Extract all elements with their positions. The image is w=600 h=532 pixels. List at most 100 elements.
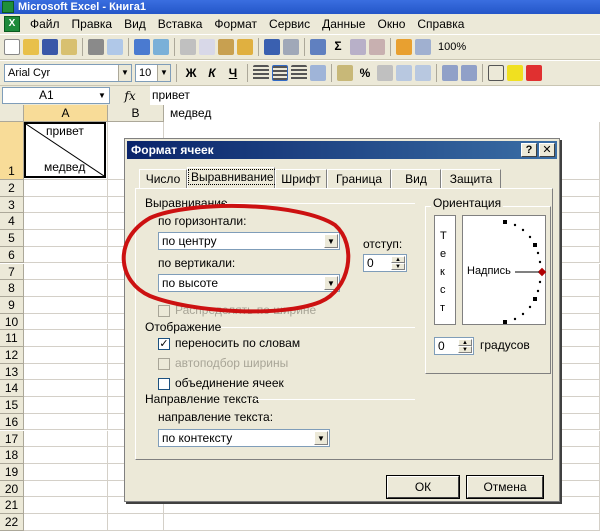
spelling-icon[interactable] bbox=[134, 39, 150, 55]
grid-cell[interactable] bbox=[24, 347, 108, 364]
hyperlink-icon[interactable] bbox=[310, 39, 326, 55]
vertical-align-select[interactable]: по высоте ▼ bbox=[158, 274, 340, 292]
grid-cell[interactable] bbox=[24, 413, 108, 431]
decrease-indent-icon[interactable] bbox=[442, 65, 458, 81]
row-header[interactable]: 9 bbox=[0, 296, 24, 314]
align-left-icon[interactable] bbox=[253, 65, 269, 81]
grid-cell[interactable] bbox=[24, 463, 108, 481]
open-icon[interactable] bbox=[23, 39, 39, 55]
grid-cell[interactable] bbox=[108, 514, 164, 531]
grid-cell[interactable] bbox=[24, 313, 108, 331]
row-header[interactable]: 16 bbox=[0, 413, 24, 431]
autosum-icon[interactable]: Σ bbox=[329, 39, 347, 55]
spinner-down-icon[interactable]: ▼ bbox=[391, 263, 405, 270]
grid-cell[interactable] bbox=[24, 380, 108, 398]
row-header[interactable]: 19 bbox=[0, 463, 24, 481]
row-header[interactable]: 2 bbox=[0, 180, 24, 197]
decrease-decimal-icon[interactable] bbox=[415, 65, 431, 81]
align-center-icon[interactable] bbox=[272, 65, 288, 81]
borders-icon[interactable] bbox=[488, 65, 504, 81]
insert-function-icon[interactable]: fx bbox=[110, 89, 150, 103]
grid-cell[interactable] bbox=[24, 296, 108, 314]
row-header[interactable]: 21 bbox=[0, 497, 24, 514]
copy-icon[interactable] bbox=[199, 39, 215, 55]
grid-cell[interactable] bbox=[24, 430, 108, 448]
formula-input[interactable]: привет bbox=[150, 86, 600, 105]
grid-cell[interactable] bbox=[24, 363, 108, 381]
grid-cell[interactable] bbox=[24, 230, 108, 247]
menu-data[interactable]: Данные bbox=[316, 14, 371, 34]
drawing-icon[interactable] bbox=[415, 39, 431, 55]
cut-icon[interactable] bbox=[180, 39, 196, 55]
font-color-icon[interactable] bbox=[526, 65, 542, 81]
ok-button[interactable]: ОК bbox=[386, 475, 460, 499]
tab-patterns[interactable]: Вид bbox=[391, 169, 441, 189]
row-header[interactable]: 7 bbox=[0, 263, 24, 281]
grid-cell[interactable] bbox=[24, 280, 108, 297]
new-icon[interactable] bbox=[4, 39, 20, 55]
degrees-spinner[interactable]: 0 ▲ ▼ bbox=[434, 337, 474, 355]
spinner-down-icon[interactable]: ▼ bbox=[458, 346, 472, 353]
help-button[interactable]: ? bbox=[521, 143, 537, 157]
comma-style-icon[interactable] bbox=[377, 65, 393, 81]
font-name-combo[interactable]: Arial Cyr ▼ bbox=[4, 64, 132, 82]
grid-cell[interactable] bbox=[24, 480, 108, 498]
orientation-dial[interactable]: Надпись bbox=[462, 215, 547, 325]
close-button[interactable]: ✕ bbox=[539, 143, 555, 157]
menu-window[interactable]: Окно bbox=[371, 14, 411, 34]
row-header[interactable]: 8 bbox=[0, 280, 24, 297]
shrink-to-fit-checkbox[interactable] bbox=[158, 358, 170, 370]
row-header[interactable]: 4 bbox=[0, 213, 24, 231]
sort-ascending-icon[interactable] bbox=[350, 39, 366, 55]
menu-format[interactable]: Формат bbox=[208, 14, 263, 34]
print-preview-icon[interactable] bbox=[107, 39, 123, 55]
tab-number[interactable]: Число bbox=[139, 169, 187, 189]
grid-cell[interactable] bbox=[24, 180, 108, 197]
save-icon[interactable] bbox=[42, 39, 58, 55]
grid-cell[interactable] bbox=[24, 497, 108, 514]
row-header[interactable]: 20 bbox=[0, 480, 24, 498]
percent-button[interactable]: % bbox=[356, 66, 374, 80]
menu-tools[interactable]: Сервис bbox=[263, 14, 316, 34]
grid-cell[interactable] bbox=[164, 514, 600, 531]
name-box[interactable]: A1 ▼ bbox=[2, 87, 110, 104]
grid-cell[interactable] bbox=[24, 196, 108, 214]
currency-icon[interactable] bbox=[337, 65, 353, 81]
horizontal-align-select[interactable]: по центру ▼ bbox=[158, 232, 340, 250]
grid-cell[interactable] bbox=[24, 397, 108, 414]
menu-edit[interactable]: Правка bbox=[66, 14, 119, 34]
row-header[interactable]: 15 bbox=[0, 397, 24, 414]
align-right-icon[interactable] bbox=[291, 65, 307, 81]
excel-doc-icon[interactable]: X bbox=[4, 16, 20, 32]
tab-protection[interactable]: Защита bbox=[441, 169, 501, 189]
tab-font[interactable]: Шрифт bbox=[275, 169, 327, 189]
indent-spinner[interactable]: 0 ▲ ▼ bbox=[363, 254, 407, 272]
fill-color-icon[interactable] bbox=[507, 65, 523, 81]
grid-cell[interactable] bbox=[24, 514, 108, 531]
underline-button[interactable]: Ч bbox=[224, 66, 242, 80]
spinner-up-icon[interactable]: ▲ bbox=[458, 339, 472, 346]
row-header[interactable]: 14 bbox=[0, 380, 24, 398]
formula-input-line2[interactable]: медвед bbox=[164, 105, 600, 122]
distribute-checkbox[interactable] bbox=[158, 305, 170, 317]
row-header[interactable]: 1 bbox=[0, 122, 24, 180]
text-direction-select[interactable]: по контексту ▼ bbox=[158, 429, 330, 447]
italic-button[interactable]: К bbox=[203, 66, 221, 80]
row-header[interactable]: 18 bbox=[0, 447, 24, 464]
cell-a1[interactable]: привет медвед bbox=[24, 122, 106, 178]
research-icon[interactable] bbox=[153, 39, 169, 55]
row-header[interactable]: 12 bbox=[0, 347, 24, 364]
grid-cell[interactable] bbox=[24, 447, 108, 464]
permission-icon[interactable] bbox=[61, 39, 77, 55]
print-icon[interactable] bbox=[88, 39, 104, 55]
grid-cell[interactable] bbox=[24, 246, 108, 264]
menu-file[interactable]: Файл bbox=[24, 14, 66, 34]
row-header[interactable]: 22 bbox=[0, 514, 24, 531]
grid-cell[interactable] bbox=[24, 330, 108, 347]
row-header[interactable]: 5 bbox=[0, 230, 24, 247]
format-painter-icon[interactable] bbox=[237, 39, 253, 55]
increase-indent-icon[interactable] bbox=[461, 65, 477, 81]
tab-alignment[interactable]: Выравнивание bbox=[187, 167, 277, 189]
row-header[interactable]: 11 bbox=[0, 330, 24, 347]
cancel-button[interactable]: Отмена bbox=[466, 475, 544, 499]
